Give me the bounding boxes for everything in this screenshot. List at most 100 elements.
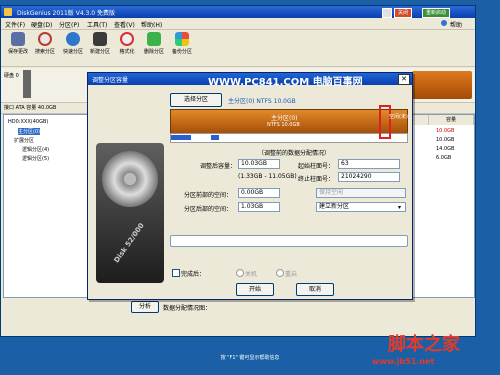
tree-item-primary[interactable]: 主分区(0) [18, 128, 41, 135]
app-title: DiskGenius 2011版 V4.3.0 免费版 [17, 10, 115, 17]
resize-handle[interactable]: 空闲(未) [379, 105, 408, 139]
tree-item-logical-4[interactable]: 逻辑分区(4) [22, 146, 49, 153]
chevron-down-icon[interactable]: ▾ [398, 204, 401, 211]
tree-item-disk[interactable]: HD0:XXX(40GB) [8, 119, 48, 125]
save-changes-button[interactable]: 保存更改 [4, 32, 32, 64]
free-space-label: 空闲(未) [389, 114, 408, 120]
usage-segment [211, 135, 219, 140]
help-icon [441, 20, 447, 26]
save-changes-label: 保存更改 [7, 49, 28, 55]
restart-radio[interactable] [276, 269, 284, 277]
title-bar: DiskGenius 2011版 V4.3.0 免费版 关闭 重新启动 [1, 6, 475, 18]
resize-label: 调整后容量： [200, 163, 237, 170]
table-cell-size: 14.0GB [436, 146, 455, 152]
watermark-url: www.jb51.net [372, 357, 435, 366]
app-small-icon [382, 8, 392, 18]
section-title: （调整前的数据分配情况） [258, 150, 331, 157]
disk-map-arrow[interactable] [23, 70, 31, 98]
start-button[interactable]: 开始 [236, 283, 274, 296]
save-icon [11, 32, 25, 46]
delete-icon [147, 32, 161, 46]
backup-partition-label: 备份分区 [171, 49, 192, 55]
done-checkbox[interactable] [172, 269, 180, 277]
cancel-button[interactable]: 取消 [296, 283, 334, 296]
partition-bar-label-2: NTFS 10.0GB [267, 122, 300, 128]
tree-item-extended[interactable]: 扩展分区 [14, 137, 34, 144]
menu-file[interactable]: 文件(F) [5, 20, 25, 29]
toolbar: 保存更改 搜索分区 快速分区 新建分区 格式化 删除分区 备份分区 [1, 30, 475, 67]
search-partition-label: 搜索分区 [34, 49, 55, 55]
bottom-panel: 分析 数据分配情况图： [129, 301, 473, 333]
after-space-select[interactable]: 建立新分区 [316, 202, 406, 212]
dialog-title: 调整分区容量 [92, 77, 129, 84]
disk-label: 硬盘 0 [4, 73, 19, 79]
format-icon [120, 32, 134, 46]
start-sector-label: 起始柱面号： [298, 163, 335, 170]
data-distribution-label: 数据分配情况图： [163, 305, 212, 312]
menu-view[interactable]: 查看(V) [114, 20, 135, 29]
format-button[interactable]: 格式化 [113, 32, 141, 64]
quick-partition-label: 快速分区 [62, 49, 83, 55]
before-space-select[interactable]: 保持空闲 [316, 188, 406, 198]
partition-usage-strip [170, 133, 408, 143]
tree-item-logical-5[interactable]: 逻辑分区(5) [22, 155, 49, 162]
before-space-input[interactable]: 0.00GB [238, 188, 280, 198]
partition-bar[interactable]: 主分区(0) NTFS 10.0GB [170, 109, 408, 135]
backup-partition-button[interactable]: 备份分区 [168, 32, 196, 64]
disk-map-partition[interactable] [412, 71, 472, 99]
search-icon [38, 32, 52, 46]
partition-info: 主分区(0) NTFS 10.0GB [228, 98, 296, 105]
app-icon [4, 8, 12, 16]
done-label: 完成后： [181, 271, 206, 278]
disk-illustration: Disk 52/000 [96, 143, 164, 283]
menu-tools[interactable]: 工具(T) [87, 20, 107, 29]
resize-partition-dialog: 调整分区容量 WWW.PC841.COM 电脑百事网 ✕ 选择分区 主分区(0)… [87, 72, 413, 300]
resize-input[interactable]: 10.03GB [238, 159, 280, 169]
title-button-restart[interactable]: 重新启动 [422, 8, 451, 18]
menu-partition[interactable]: 分区(P) [59, 20, 79, 29]
end-sector-input[interactable]: 21024290 [338, 172, 400, 182]
menu-disk[interactable]: 硬盘(D) [31, 20, 52, 29]
restart-label: 重启 [285, 271, 298, 278]
disk-platter-icon [102, 151, 158, 207]
select-partition-button[interactable]: 选择分区 [170, 93, 222, 107]
quick-partition-button[interactable]: 快速分区 [59, 32, 87, 64]
watermark-text: 脚本之家 [388, 334, 460, 355]
delete-partition-button[interactable]: 删除分区 [140, 32, 168, 64]
resize-range: (1.33GB - 11.05GB) [238, 173, 297, 180]
new-partition-button[interactable]: 新建分区 [86, 32, 114, 64]
menu-help[interactable]: 帮助(H) [141, 20, 162, 29]
menu-help-right[interactable]: 帮助 [450, 20, 462, 29]
delete-partition-label: 删除分区 [143, 49, 164, 55]
table-cell-size: 6.0GB [436, 155, 452, 161]
tab-analyze[interactable]: 分析 [131, 301, 159, 313]
table-cell-size: 10.0GB [436, 137, 455, 143]
usage-segment [171, 135, 191, 140]
menu-bar: 文件(F) 硬盘(D) 分区(P) 工具(T) 查看(V) 帮助(H) 帮助 [1, 19, 475, 30]
close-icon[interactable]: ✕ [398, 74, 410, 85]
shutdown-label: 关机 [245, 271, 258, 278]
title-button-close-app[interactable]: 关闭 [394, 8, 413, 18]
progress-bar [170, 235, 408, 247]
before-space-label: 分区前部的空间： [184, 192, 233, 199]
disk-brand-text: Disk 52/000 [112, 221, 146, 265]
after-space-input[interactable]: 1.03GB [238, 202, 280, 212]
start-sector-input[interactable]: 63 [338, 159, 400, 169]
shutdown-radio[interactable] [236, 269, 244, 277]
disk-tree: HD0:XXX(40GB) 主分区(0) 扩展分区 逻辑分区(4) 逻辑分区(5… [3, 114, 91, 298]
partition-bar-label-1: 主分区(0) [271, 115, 298, 122]
search-partition-button[interactable]: 搜索分区 [31, 32, 59, 64]
column-header-size[interactable]: 容量 [429, 115, 474, 125]
after-space-label: 分区后部的空间： [184, 206, 233, 213]
dialog-title-bar: 调整分区容量 WWW.PC841.COM 电脑百事网 ✕ [88, 73, 412, 88]
end-sector-label: 终止柱面号： [298, 176, 335, 183]
table-cell-size: 10.0GB [436, 128, 455, 134]
status-text: 按 "F1" 键可显示帮助信息 [220, 355, 280, 361]
backup-icon [175, 32, 189, 46]
disk-info-text: 接口 ATA 容量 40.0GB [4, 105, 57, 111]
format-label: 格式化 [119, 49, 135, 55]
new-partition-icon [93, 32, 107, 46]
quick-partition-icon [66, 32, 80, 46]
new-partition-label: 新建分区 [89, 49, 110, 55]
dialog-banner: WWW.PC841.COM 电脑百事网 [208, 77, 363, 88]
